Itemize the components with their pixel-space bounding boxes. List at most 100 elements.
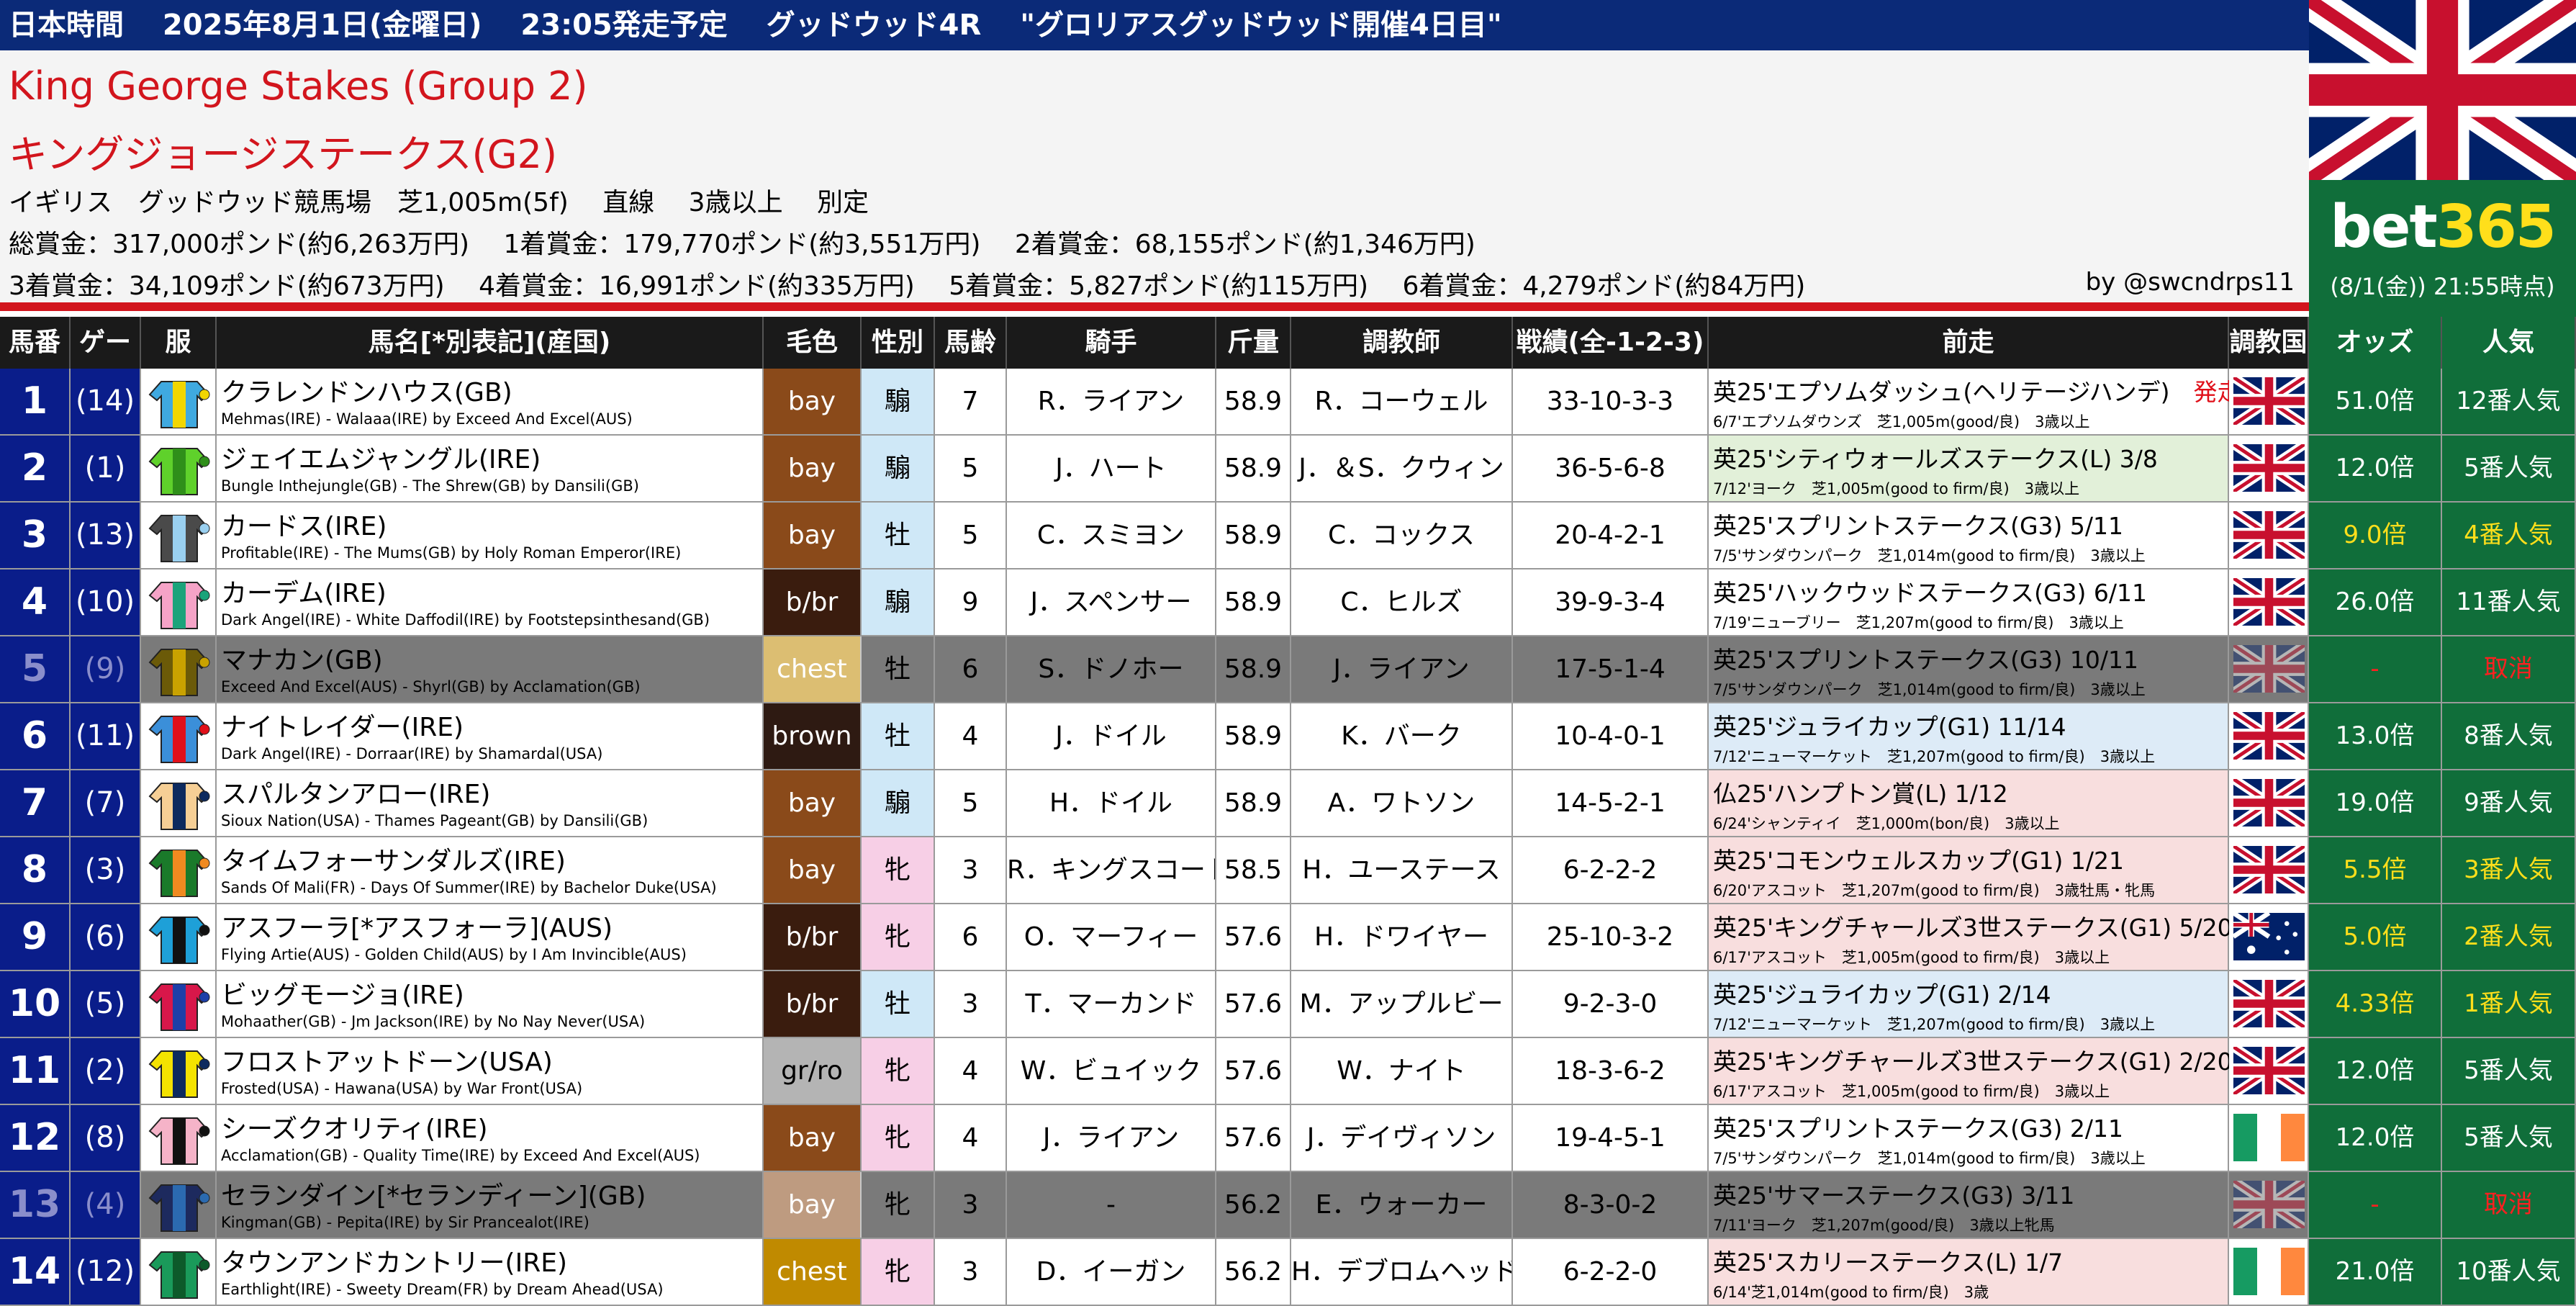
career-record: 6-2-2-2: [1513, 837, 1709, 903]
horse-name-cell: セランダイン[*セランディーン](GB) Kingman(GB) - Pepita…: [217, 1172, 764, 1238]
horse-sex: 牝: [862, 837, 935, 903]
last-race-result: 英25'キングチャールズ3世ステークス(G1) 5/20: [1713, 909, 2233, 943]
runner-row: 1 (14) クラレンドンハウス(GB) Mehmas(IRE) - Walaaa(I…: [0, 369, 2576, 436]
horse-sex: 牡: [862, 636, 935, 702]
col-number-header: 馬番: [0, 317, 71, 369]
jockey-name: T．マーカンド: [1007, 971, 1216, 1037]
carried-weight: 58.9: [1216, 703, 1291, 769]
horse-pedigree: Flying Artie(AUS) - Golden Child(AUS) by…: [221, 946, 687, 963]
horse-pedigree: Profitable(IRE) - The Mums(GB) by Holy R…: [221, 544, 682, 562]
trainer-name: R．コーウェル: [1291, 369, 1513, 434]
carried-weight: 58.9: [1216, 436, 1291, 501]
horse-name: タイムフォーサンダルズ(IRE): [221, 847, 566, 876]
horse-name-cell: ナイトレイダー(IRE) Dark Angel(IRE) - Dorraar(IR…: [217, 703, 764, 769]
gate-number: (12): [71, 1239, 141, 1305]
trainer-name: C．ヒルズ: [1291, 569, 1513, 635]
last-race-details: 6/17'アスコット 芝1,005m(good to firm/良) 3歳以上: [1713, 949, 2110, 966]
runner-row: 11 (2) フロストアットドーン(USA) Frosted(USA) - Hawan…: [0, 1038, 2576, 1105]
uk-flag-icon: [2229, 636, 2309, 702]
gate-number: (3): [71, 837, 141, 903]
runner-row: 7 (7) スパルタンアロー(IRE) Sioux Nation(USA) - Tha…: [0, 770, 2576, 837]
horse-sex: 牝: [862, 1105, 935, 1171]
last-race-name: 仏25'ハンプトン賞(L) 1/12: [1713, 780, 2008, 808]
runner-row: 12 (8) シーズクオリティ(IRE) Acclamation(GB) - Qual…: [0, 1105, 2576, 1172]
last-race-details: 7/19'ニューブリー 芝1,207m(good to firm/良) 3歳以上: [1713, 614, 2124, 631]
horse-name: タウンアンドカントリー(IRE): [221, 1248, 568, 1278]
last-race-cell: 英25'スプリントステークス(G3) 2/11 7/5'サンダウンパーク 芝1,0…: [1709, 1105, 2229, 1171]
silks-icon: [141, 1239, 217, 1305]
career-record: 18-3-6-2: [1513, 1038, 1709, 1104]
jockey-name: S．ドノホー: [1007, 636, 1216, 702]
jockey-name: -: [1007, 1172, 1216, 1238]
horse-age: 3: [935, 1172, 1007, 1238]
coat-color: bay: [764, 1105, 862, 1171]
coat-color: b/br: [764, 971, 862, 1037]
col-sex-header: 性別: [862, 317, 935, 369]
last-race-result: 仏25'ハンプトン賞(L) 1/12: [1713, 775, 2008, 809]
trainer-name: H．デブロムヘッド: [1291, 1239, 1513, 1305]
last-race-name: 英25'キングチャールズ3世ステークス(G1) 2/20: [1713, 1048, 2233, 1076]
uk-flag-icon: [2229, 436, 2309, 501]
trainer-name: M．アップルビー: [1291, 971, 1513, 1037]
horse-number: 11: [0, 1038, 71, 1104]
gate-number: (8): [71, 1105, 141, 1171]
col-record-header: 戦績(全-1-2-3): [1513, 317, 1709, 369]
coat-color: chest: [764, 1239, 862, 1305]
horse-pedigree: Dark Angel(IRE) - White Daffodil(IRE) by…: [221, 611, 710, 629]
horse-sex: 騸: [862, 369, 935, 434]
last-race-details: 6/24'シャンティイ 芝1,000m(bon/良) 3歳以上: [1713, 815, 2060, 832]
horse-age: 3: [935, 1239, 1007, 1305]
uk-flag-icon: [2229, 503, 2309, 568]
col-popularity-header: 人気: [2442, 317, 2576, 369]
popularity-rank: 10番人気: [2442, 1239, 2576, 1305]
career-record: 9-2-3-0: [1513, 971, 1709, 1037]
uk-flag-icon: [2229, 837, 2309, 903]
jockey-name: R．ライアン: [1007, 369, 1216, 434]
last-race-name: 英25'スカリーステークス(L) 1/7: [1713, 1248, 2064, 1276]
jockey-name: O．マーフィー: [1007, 904, 1216, 970]
popularity-rank: 取消: [2442, 1172, 2576, 1238]
trainer-name: J．ライアン: [1291, 636, 1513, 702]
coat-color: bay: [764, 503, 862, 568]
jockey-name: R．キングスコート: [1007, 837, 1216, 903]
odds-value: 5.0倍: [2309, 904, 2442, 970]
runner-row: 6 (11) ナイトレイダー(IRE) Dark Angel(IRE) - Dorra…: [0, 703, 2576, 770]
horse-pedigree: Mehmas(IRE) - Walaaa(IRE) by Exceed And …: [221, 410, 633, 428]
gate-number: (9): [71, 636, 141, 702]
carried-weight: 58.9: [1216, 503, 1291, 568]
horse-name: アスフーラ[*アスフォーラ](AUS): [221, 914, 613, 943]
last-race-cell: 英25'シティウォールズステークス(L) 3/8 7/12'ヨーク 芝1,005m…: [1709, 436, 2229, 501]
odds-value: 51.0倍: [2309, 369, 2442, 434]
gate-number: (10): [71, 569, 141, 635]
coat-color: bay: [764, 436, 862, 501]
odds-value: 9.0倍: [2309, 503, 2442, 568]
career-record: 25-10-3-2: [1513, 904, 1709, 970]
runner-row: 10 (5) ビッグモージョ(IRE) Mohaather(GB) - Jm Jack…: [0, 971, 2576, 1038]
horse-age: 3: [935, 837, 1007, 903]
horse-age: 5: [935, 503, 1007, 568]
horse-sex: 牡: [862, 703, 935, 769]
horse-number: 8: [0, 837, 71, 903]
last-race-name: 英25'スプリントステークス(G3) 10/11: [1713, 646, 2138, 674]
gate-number: (13): [71, 503, 141, 568]
horse-sex: 牡: [862, 503, 935, 568]
silks-icon: [141, 703, 217, 769]
jockey-name: W．ビュイック: [1007, 1038, 1216, 1104]
carried-weight: 58.5: [1216, 837, 1291, 903]
horse-name: ビッグモージョ(IRE): [221, 981, 464, 1010]
odds-value: 19.0倍: [2309, 770, 2442, 836]
trainer-name: H．ドワイヤー: [1291, 904, 1513, 970]
uk-flag-icon: [2229, 1038, 2309, 1104]
carried-weight: 56.2: [1216, 1172, 1291, 1238]
jockey-name: D．イーガン: [1007, 1239, 1216, 1305]
carried-weight: 57.6: [1216, 904, 1291, 970]
jockey-name: J．ライアン: [1007, 1105, 1216, 1171]
odds-value: 12.0倍: [2309, 436, 2442, 501]
horse-number: 4: [0, 569, 71, 635]
last-race-details: 6/17'アスコット 芝1,005m(good to firm/良) 3歳以上: [1713, 1083, 2110, 1100]
horse-name: シーズクオリティ(IRE): [221, 1114, 488, 1144]
col-odds-header: オッズ: [2309, 317, 2442, 369]
trainer-name: K．バーク: [1291, 703, 1513, 769]
odds-value: 4.33倍: [2309, 971, 2442, 1037]
last-race-cell: 仏25'ハンプトン賞(L) 1/12 6/24'シャンティイ 芝1,000m(bo…: [1709, 770, 2229, 836]
